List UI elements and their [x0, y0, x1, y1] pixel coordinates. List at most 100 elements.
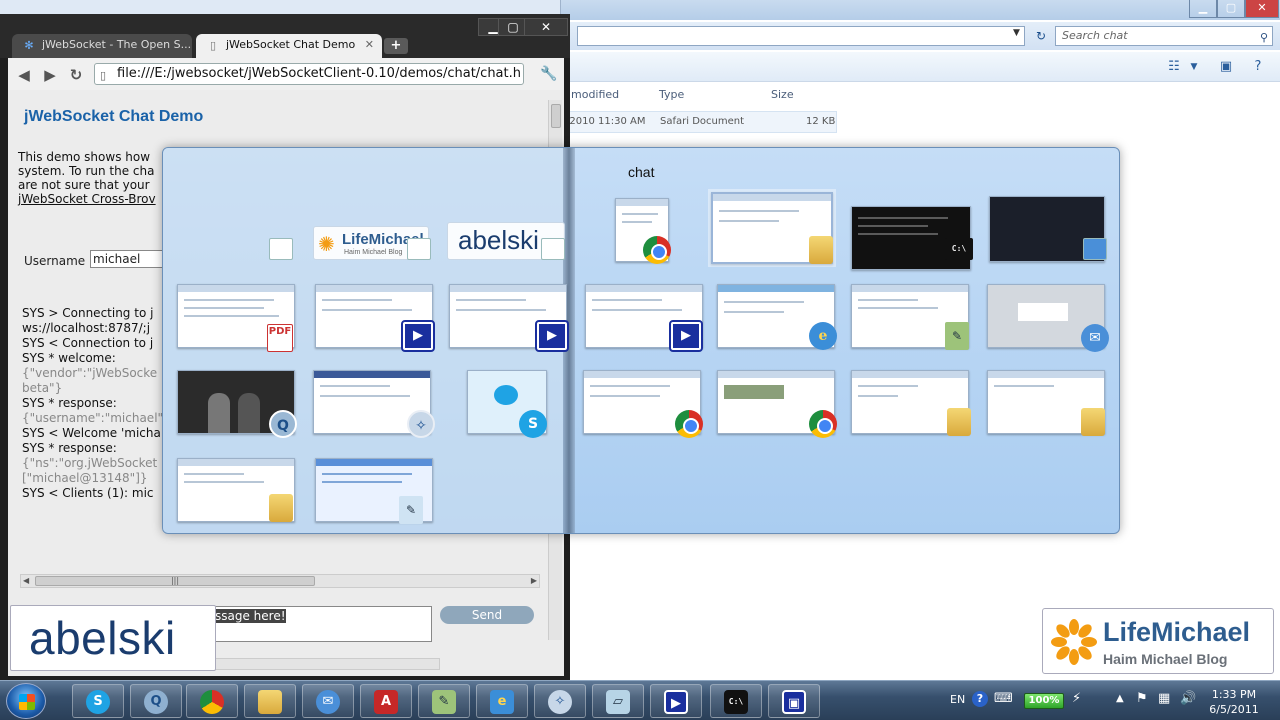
- sun-logo-icon: ✺: [318, 234, 335, 256]
- url-input[interactable]: ▯ file:///E:/jwebsocket/jWebSocketClient…: [94, 63, 524, 85]
- page-icon: ▯: [100, 69, 107, 82]
- url-text: file:///E:/jwebsocket/jWebSocketClient-0…: [117, 66, 521, 81]
- taskbar-switcher[interactable]: ▣: [768, 684, 820, 718]
- flag-icon[interactable]: ⚑: [1136, 691, 1148, 706]
- folder-icon: [1081, 408, 1105, 436]
- help-icon[interactable]: ?: [1249, 58, 1267, 76]
- taskbar: S Q ✉ A ✎ e ✧ ▱ ▶ C:\ ▣ EN ? ⌨ 100% ⚡ ▲ …: [0, 680, 1280, 720]
- reload-icon[interactable]: ↻: [66, 66, 86, 84]
- skype-icon: S: [86, 690, 110, 714]
- safari-icon: ✧: [548, 690, 572, 714]
- close-button[interactable]: ✕: [1245, 0, 1279, 18]
- battery-indicator[interactable]: 100%: [1024, 693, 1064, 709]
- thunderbird-icon: ✉: [316, 690, 340, 714]
- skype-icon: S: [519, 410, 547, 438]
- network-icon[interactable]: ▦: [1158, 691, 1170, 706]
- jwebsocket-favicon-icon: ✻: [24, 39, 34, 52]
- search-placeholder: Search chat: [1062, 29, 1128, 42]
- taskbar-thunderbird[interactable]: ✉: [302, 684, 354, 718]
- tab-strip: ▁ ▢ ✕ ✻ jWebSocket - The Open S... ▯ jWe…: [0, 14, 570, 58]
- preview-pane-icon[interactable]: ▣: [1217, 58, 1235, 76]
- explorer-addressbar: ▼ ↻ Search chat ⚲: [561, 22, 1280, 50]
- chrome-icon: [675, 410, 703, 438]
- taskbar-media-player[interactable]: ▶: [650, 684, 702, 718]
- window-switcher-overlay: chat ✺ LifeMichael Haim Michael Blog abe…: [162, 147, 1120, 534]
- clock[interactable]: 1:33 PM 6/5/2011: [1206, 687, 1262, 717]
- maximize-button[interactable]: ▢: [1217, 0, 1245, 18]
- new-tab-button[interactable]: +: [384, 38, 408, 54]
- log-horizontal-scrollbar[interactable]: ◀ ||| ▶: [20, 574, 540, 588]
- column-size[interactable]: Size: [771, 88, 794, 101]
- column-headers: modified Type Size: [561, 84, 1280, 104]
- explorer-toolbar: ☷ ▼ ▣ ?: [561, 52, 1280, 82]
- media-player-icon: ▶: [664, 690, 688, 714]
- column-modified[interactable]: modified: [571, 88, 619, 101]
- power-icon[interactable]: ⚡: [1072, 691, 1081, 706]
- taskbar-chrome[interactable]: [186, 684, 238, 718]
- taskbar-notes[interactable]: ▱: [592, 684, 644, 718]
- scrollbar-thumb[interactable]: [551, 104, 561, 128]
- explorer-address-input[interactable]: [577, 26, 1025, 46]
- tab-jwebsocket-open[interactable]: ✻ jWebSocket - The Open S...: [12, 34, 192, 58]
- omnibar: ◀ ▶ ↻ ▯ file:///E:/jwebsocket/jWebSocket…: [8, 58, 564, 90]
- window-icon: [1083, 238, 1107, 260]
- tab-label: jWebSocket Chat Demo: [226, 38, 356, 51]
- taskbar-acrobat[interactable]: A: [360, 684, 412, 718]
- taskbar-quicktime[interactable]: Q: [130, 684, 182, 718]
- lifemichael-logo: LifeMichael Haim Michael Blog: [1042, 608, 1274, 674]
- taskbar-cmd[interactable]: C:\: [710, 684, 762, 718]
- minimize-button[interactable]: ▁: [1189, 0, 1217, 18]
- quicktime-icon: Q: [144, 690, 168, 714]
- username-label: Username: [24, 254, 86, 268]
- view-options-icon[interactable]: ☷: [1165, 58, 1183, 76]
- chrome-icon: [643, 236, 671, 264]
- forward-arrow-icon[interactable]: ▶: [40, 66, 60, 84]
- window-switcher-icon: ▣: [782, 690, 806, 714]
- back-arrow-icon[interactable]: ◀: [14, 66, 34, 84]
- close-icon[interactable]: ✕: [365, 34, 374, 56]
- send-button[interactable]: Send: [440, 606, 534, 624]
- chevron-down-icon[interactable]: ▼: [1185, 58, 1203, 76]
- tab-label: jWebSocket - The Open S...: [42, 38, 192, 51]
- file-date: /2010 11:30 AM: [566, 116, 646, 127]
- show-hidden-icons-icon[interactable]: ▲: [1116, 693, 1124, 704]
- logo-subtitle: Haim Michael Blog: [344, 249, 403, 256]
- message-input[interactable]: ssage here!: [212, 606, 432, 642]
- search-icon: ⚲: [1259, 31, 1268, 44]
- start-button[interactable]: [6, 683, 46, 719]
- scroll-right-icon[interactable]: ▶: [531, 575, 537, 587]
- taskbar-skype[interactable]: S: [72, 684, 124, 718]
- taskbar-safari[interactable]: ✧: [534, 684, 586, 718]
- language-indicator[interactable]: EN: [950, 693, 965, 706]
- safari-icon: ✧: [407, 410, 435, 438]
- clock-time: 1:33 PM: [1211, 688, 1257, 701]
- notepad-icon: ✎: [399, 496, 423, 524]
- thunderbird-icon: ✉: [1081, 324, 1109, 352]
- wrench-icon[interactable]: 🔧: [540, 66, 557, 82]
- quicktime-icon: Q: [269, 410, 297, 438]
- taskbar-explorer[interactable]: [244, 684, 296, 718]
- logo-text: abelski: [458, 225, 539, 255]
- chrome-icon: [200, 690, 224, 714]
- sun-logo-icon: [1051, 619, 1097, 665]
- chevron-down-icon[interactable]: ▼: [1013, 28, 1020, 38]
- notepad-icon: ✎: [945, 322, 969, 350]
- scroll-left-icon[interactable]: ◀: [23, 575, 29, 587]
- tab-chat-demo[interactable]: ▯ jWebSocket Chat Demo ✕: [196, 34, 382, 58]
- keyboard-icon[interactable]: ⌨: [994, 691, 1013, 706]
- taskbar-ie[interactable]: e: [476, 684, 528, 718]
- taskbar-notepad[interactable]: ✎: [418, 684, 470, 718]
- document-icon: [407, 238, 431, 260]
- refresh-icon[interactable]: ↻: [1031, 26, 1051, 46]
- logo-title: LifeMichael: [1103, 617, 1251, 647]
- message-text: ssage here!: [215, 609, 286, 623]
- column-type[interactable]: Type: [659, 88, 684, 101]
- explorer-search-input[interactable]: Search chat ⚲: [1055, 26, 1273, 46]
- document-icon: [541, 238, 565, 260]
- help-icon[interactable]: ?: [972, 691, 988, 707]
- volume-icon[interactable]: 🔊: [1180, 691, 1196, 706]
- close-button[interactable]: ✕: [524, 18, 568, 36]
- file-row[interactable]: /2010 11:30 AM Safari Document 12 KB: [561, 111, 837, 133]
- scrollbar-thumb[interactable]: |||: [35, 576, 315, 586]
- windows-logo-icon: [19, 694, 35, 710]
